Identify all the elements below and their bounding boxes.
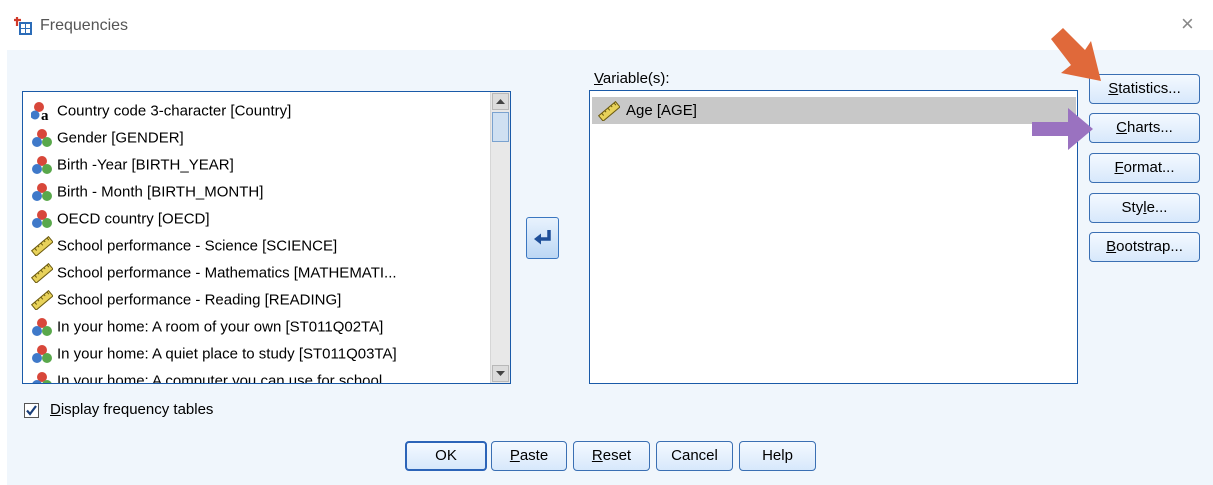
- source-variable-label: In your home: A room of your own [ST011Q…: [57, 318, 384, 336]
- nominal-icon: [31, 317, 53, 337]
- orange-annotation-arrow: [1051, 28, 1101, 81]
- source-variable-item[interactable]: In your home: A room of your own [ST011Q…: [31, 313, 383, 340]
- bootstrap-button[interactable]: Bootstrap...: [1089, 232, 1200, 262]
- source-variable-label: School performance - Science [SCIENCE]: [57, 237, 338, 255]
- scroll-up-icon: [496, 99, 505, 104]
- scale-ruler-icon: [598, 101, 620, 122]
- charts-button[interactable]: Charts...: [1089, 113, 1200, 143]
- close-icon[interactable]: ×: [1181, 12, 1194, 36]
- arrow-left-icon: [534, 230, 551, 245]
- window-title: Frequencies: [40, 17, 129, 34]
- reset-button[interactable]: Reset: [573, 441, 650, 471]
- svg-text:a: a: [41, 108, 49, 121]
- nominal-icon: [31, 182, 53, 202]
- format-button[interactable]: Format...: [1089, 153, 1200, 183]
- source-variable-label: Birth - Month [BIRTH_MONTH]: [57, 183, 264, 201]
- source-variable-item[interactable]: a Country code 3-character [Country]: [30, 97, 292, 124]
- source-variable-label: School performance - Reading [READING]: [57, 291, 342, 309]
- source-variable-item[interactable]: Gender [GENDER]: [31, 124, 184, 151]
- source-variable-item[interactable]: OECD country [OECD]: [31, 205, 210, 232]
- display-frequency-tables-checkbox[interactable]: [24, 403, 39, 418]
- nominal-icon: [31, 209, 53, 229]
- source-variable-label: Gender [GENDER]: [57, 129, 184, 147]
- variables-label: Variable(s):: [594, 70, 670, 87]
- source-variable-list[interactable]: a Country code 3-character [Country] Gende…: [22, 91, 511, 384]
- source-variable-label: Country code 3-character [Country]: [57, 102, 292, 120]
- source-list-items: a Country code 3-character [Country] Gende…: [23, 92, 490, 383]
- source-variable-item[interactable]: School performance - Reading [READING]: [30, 286, 342, 313]
- nominal-icon: [31, 371, 53, 383]
- scroll-down-icon: [496, 371, 505, 376]
- checkmark-icon: [26, 405, 37, 416]
- selected-variables-list[interactable]: Age [AGE]: [589, 90, 1078, 384]
- selected-variable-label: Age [AGE]: [626, 102, 697, 119]
- scroll-down-button[interactable]: [492, 365, 509, 382]
- nominal-icon: [31, 155, 53, 175]
- scale-ruler-icon: [30, 235, 54, 257]
- ok-button[interactable]: OK: [405, 441, 487, 471]
- source-list-scrollbar[interactable]: [490, 92, 510, 383]
- nominal-icon: [31, 128, 53, 148]
- scroll-thumb[interactable]: [492, 112, 509, 142]
- app-icon: [14, 17, 32, 35]
- move-variable-button[interactable]: [526, 217, 559, 259]
- statistics-button[interactable]: Statistics...: [1089, 74, 1200, 104]
- cancel-button[interactable]: Cancel: [656, 441, 733, 471]
- source-variable-item[interactable]: School performance - Science [SCIENCE]: [30, 232, 338, 259]
- selected-variable-item[interactable]: Age [AGE]: [592, 97, 1076, 124]
- purple-annotation-arrow: [1032, 108, 1093, 150]
- nominal-icon: [31, 344, 53, 364]
- scale-ruler-icon: [30, 262, 54, 284]
- source-variable-label: In your home: A quiet place to study [ST…: [57, 345, 397, 363]
- source-variable-item[interactable]: In your home: A computer you can use for…: [31, 367, 382, 383]
- source-variable-item[interactable]: Birth - Month [BIRTH_MONTH]: [31, 178, 263, 205]
- source-variable-label: Birth -Year [BIRTH_YEAR]: [57, 156, 234, 174]
- source-variable-label: OECD country [OECD]: [57, 210, 210, 228]
- nominal-string-icon: a: [30, 101, 53, 124]
- title-bar: Frequencies ×: [0, 0, 1213, 50]
- source-variable-item[interactable]: Birth -Year [BIRTH_YEAR]: [31, 151, 234, 178]
- source-variable-item[interactable]: In your home: A quiet place to study [ST…: [31, 340, 397, 367]
- source-variable-label: School performance - Mathematics [MATHEM…: [57, 264, 397, 282]
- paste-button[interactable]: Paste: [491, 441, 567, 471]
- source-variable-label: In your home: A computer you can use for…: [57, 372, 383, 383]
- display-frequency-tables-label[interactable]: Display frequency tables: [50, 401, 213, 418]
- scroll-up-button[interactable]: [492, 93, 509, 110]
- help-button[interactable]: Help: [739, 441, 816, 471]
- source-variable-item[interactable]: School performance - Mathematics [MATHEM…: [30, 259, 397, 286]
- style-button[interactable]: Style...: [1089, 193, 1200, 223]
- scale-ruler-icon: [30, 289, 54, 311]
